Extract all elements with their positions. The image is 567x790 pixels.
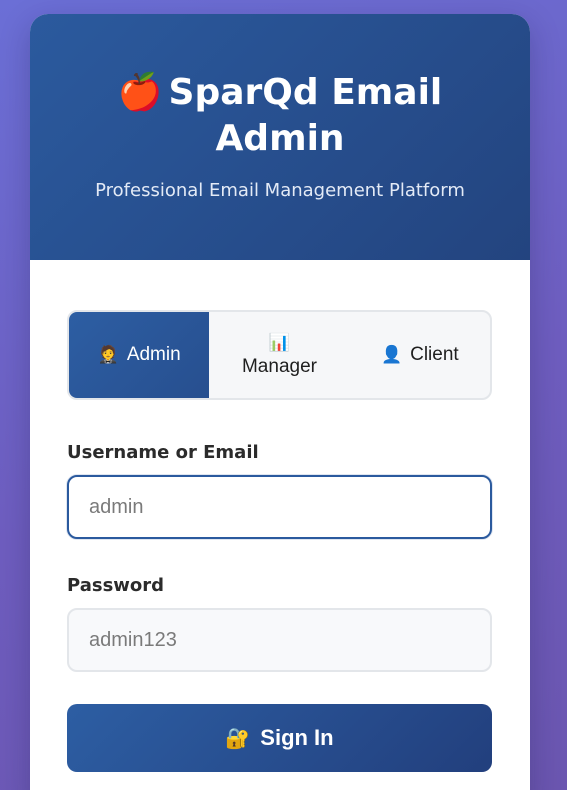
- password-input[interactable]: [67, 608, 492, 672]
- page-title: 🍎 SparQd Email Admin: [100, 70, 460, 162]
- role-tab-client[interactable]: 👤 Client: [350, 312, 490, 398]
- admin-icon: 🤵: [97, 345, 119, 364]
- role-label-manager: Manager: [241, 356, 317, 377]
- password-label: Password: [67, 575, 165, 596]
- sign-in-label: Sign In: [260, 725, 334, 750]
- role-tab-manager[interactable]: 📊 Manager: [209, 312, 349, 398]
- app-title-text: SparQd Email Admin: [168, 72, 443, 159]
- role-label-client: Client: [410, 344, 459, 365]
- apple-logo-icon: 🍎: [117, 72, 163, 113]
- login-card: 🍎 SparQd Email Admin Professional Email M…: [30, 14, 530, 790]
- page-subtitle: Professional Email Management Platform: [95, 180, 465, 201]
- role-tab-admin[interactable]: 🤵 Admin: [69, 312, 210, 398]
- username-label: Username or Email: [67, 442, 259, 463]
- login-form: 🤵 Admin 📊 Manager 👤 Client Username or E…: [30, 260, 530, 772]
- username-input[interactable]: [67, 475, 492, 539]
- user-icon: 👤: [380, 345, 403, 364]
- lock-key-icon: 🔐: [225, 727, 251, 750]
- login-header: 🍎 SparQd Email Admin Professional Email M…: [30, 14, 530, 260]
- role-selector: 🤵 Admin 📊 Manager 👤 Client: [67, 310, 492, 400]
- sign-in-button[interactable]: 🔐 Sign In: [67, 704, 492, 772]
- chart-icon: 📊: [268, 333, 291, 352]
- role-label-admin: Admin: [126, 344, 181, 365]
